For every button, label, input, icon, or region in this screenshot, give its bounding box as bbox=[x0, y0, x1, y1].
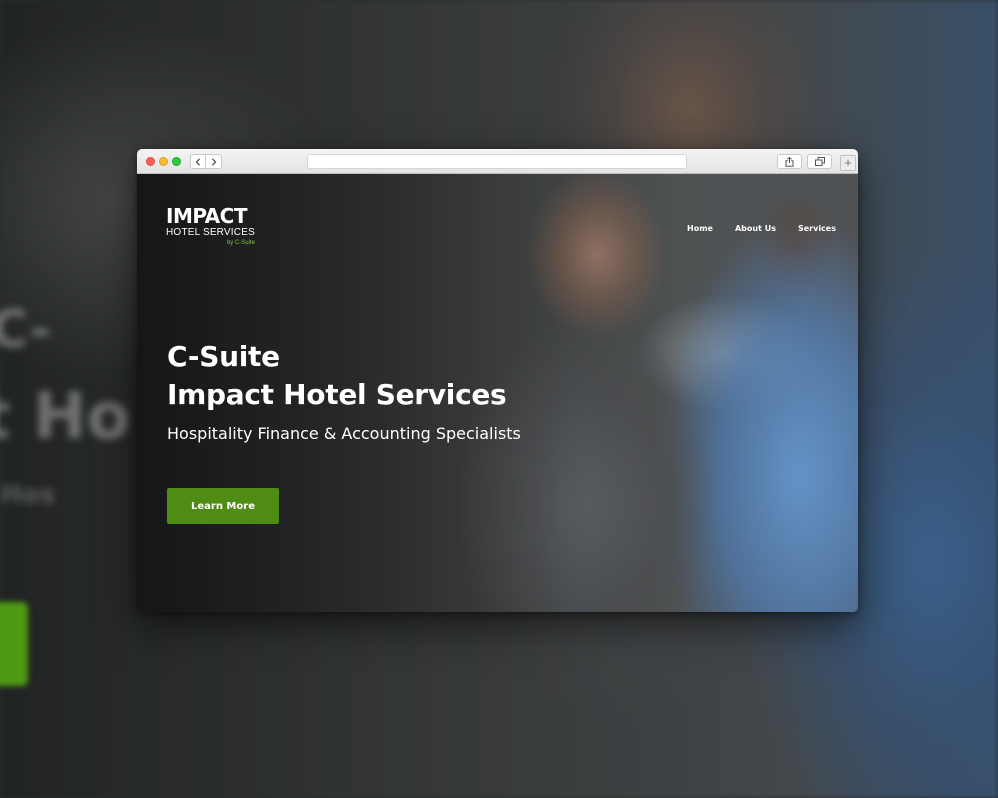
chevron-left-icon bbox=[195, 157, 200, 166]
tabs-overview-button[interactable] bbox=[807, 154, 832, 169]
background-ghost-text: t Ho bbox=[0, 380, 131, 454]
nav-about-us[interactable]: About Us bbox=[735, 224, 776, 234]
forward-button[interactable] bbox=[206, 154, 222, 169]
minimize-window-button[interactable] bbox=[159, 157, 168, 166]
back-button[interactable] bbox=[190, 154, 206, 169]
hero-subtitle: Hospitality Finance & Accounting Special… bbox=[167, 424, 521, 443]
background-ghost-button bbox=[0, 602, 28, 686]
share-button[interactable] bbox=[777, 154, 802, 169]
background-ghost-text: C- bbox=[0, 300, 51, 360]
browser-window: + IMPACT HOTEL SERVICES by C-Suite Home … bbox=[137, 149, 858, 612]
website-hero: IMPACT HOTEL SERVICES by C-Suite Home Ab… bbox=[137, 174, 858, 612]
logo-wordmark: IMPACT bbox=[166, 204, 247, 228]
browser-toolbar: + bbox=[137, 149, 858, 174]
nav-home[interactable]: Home bbox=[687, 224, 713, 234]
logo-subtitle: HOTEL SERVICES bbox=[166, 227, 255, 238]
tabs-overview-icon bbox=[814, 157, 825, 166]
maximize-window-button[interactable] bbox=[172, 157, 181, 166]
chevron-right-icon bbox=[211, 157, 216, 166]
main-navigation: Home About Us Services bbox=[687, 224, 858, 234]
hero-title-line-1: C-Suite bbox=[167, 340, 280, 373]
hero-title-line-2: Impact Hotel Services bbox=[167, 378, 507, 411]
new-tab-button[interactable]: + bbox=[840, 155, 856, 171]
learn-more-button[interactable]: Learn More bbox=[167, 488, 279, 524]
address-bar[interactable] bbox=[307, 154, 687, 169]
site-logo[interactable]: IMPACT HOTEL SERVICES by C-Suite bbox=[166, 206, 255, 247]
logo-byline: by C-Suite bbox=[226, 240, 255, 246]
background-ghost-text: Hos bbox=[0, 480, 56, 510]
nav-services[interactable]: Services bbox=[798, 224, 836, 234]
share-icon bbox=[785, 156, 794, 167]
hero-title: C-Suite Impact Hotel Services bbox=[167, 338, 507, 414]
close-window-button[interactable] bbox=[146, 157, 155, 166]
